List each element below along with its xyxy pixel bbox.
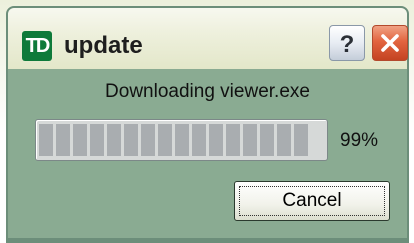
progress-segment: [90, 124, 104, 156]
focus-rectangle: [239, 186, 385, 216]
question-mark-icon: ?: [340, 31, 355, 56]
progress-segment: [277, 124, 291, 156]
progress-segment: [175, 124, 189, 156]
dialog-body: Downloading viewer.exe 99% Cancel: [6, 69, 409, 243]
progress-percent-label: 99%: [340, 130, 379, 151]
dialog-window: TD update ? Downloading viewer.exe 99% C…: [0, 0, 414, 243]
progress-segment: [209, 124, 223, 156]
progress-segment: [226, 124, 240, 156]
progress-segment: [192, 124, 206, 156]
progress-segment: [39, 124, 53, 156]
progress-segment: [294, 124, 308, 156]
progress-segment: [107, 124, 121, 156]
status-message: Downloading viewer.exe: [105, 81, 310, 102]
progress-segment: [141, 124, 155, 156]
progress-segment: [158, 124, 172, 156]
close-button[interactable]: [372, 25, 408, 61]
progress-segment: [73, 124, 87, 156]
progress-segment: [124, 124, 138, 156]
svg-text:?: ?: [340, 31, 355, 56]
td-logo-icon: TD: [22, 31, 52, 61]
progress-segment: [243, 124, 257, 156]
download-progress-bar: [35, 119, 328, 161]
close-x-icon: [381, 34, 399, 52]
progress-segment: [260, 124, 274, 156]
window-bottom-border: [6, 238, 409, 243]
progress-segment: [56, 124, 70, 156]
title-bar[interactable]: TD update ?: [6, 6, 409, 69]
help-button[interactable]: ?: [329, 25, 365, 61]
progress-fill: [39, 124, 321, 156]
cancel-button[interactable]: Cancel: [234, 181, 390, 221]
window-title: update: [64, 32, 143, 59]
